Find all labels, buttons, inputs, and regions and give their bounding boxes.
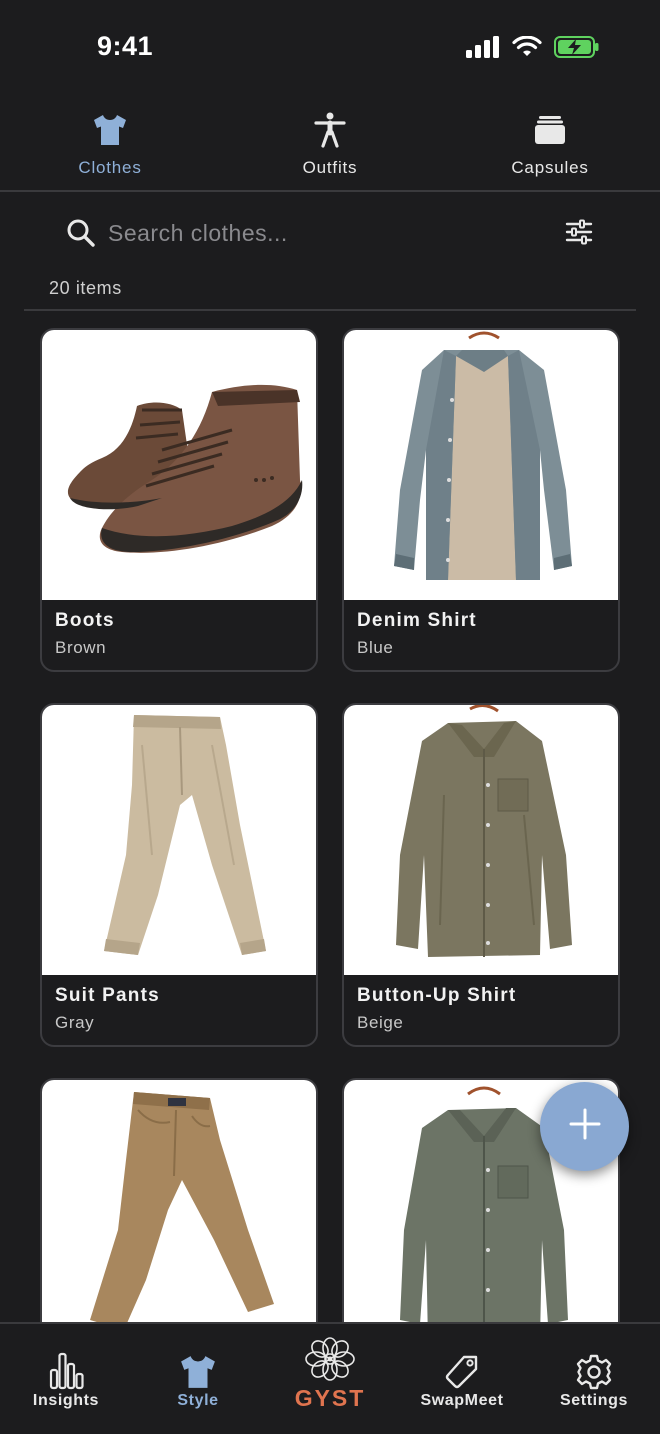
- nav-settings[interactable]: Settings: [528, 1324, 660, 1434]
- status-bar: 9:41: [0, 0, 660, 96]
- clothing-card-denim-shirt[interactable]: Denim Shirt Blue: [342, 328, 620, 672]
- bar-chart-icon: [48, 1344, 84, 1390]
- tab-clothes[interactable]: Clothes: [0, 100, 220, 190]
- nav-gyst-home[interactable]: GYST: [264, 1324, 396, 1434]
- search-icon: [66, 218, 96, 253]
- status-icons: [466, 35, 600, 63]
- add-item-button[interactable]: [540, 1082, 629, 1171]
- filter-sliders-icon[interactable]: [564, 218, 594, 251]
- items-divider: [24, 309, 636, 311]
- tab-clothes-label: Clothes: [78, 158, 142, 177]
- plus-icon: [568, 1107, 602, 1146]
- gyst-logo-text: GYST: [294, 1385, 366, 1411]
- gear-icon: [576, 1344, 612, 1390]
- items-count: 20 items: [49, 278, 122, 298]
- status-time: 9:41: [97, 31, 154, 61]
- tab-capsules-label: Capsules: [511, 158, 589, 177]
- wifi-icon: [512, 35, 542, 63]
- tabs-divider: [0, 190, 660, 192]
- clothes-grid: Boots Brown Denim Shirt Blue Suit Pants …: [0, 312, 660, 1322]
- nav-style-label: Style: [177, 1392, 219, 1409]
- clothing-card-khaki-pants[interactable]: [40, 1078, 318, 1322]
- clothing-card-boots[interactable]: Boots Brown: [40, 328, 318, 672]
- boots-photo: [42, 330, 316, 600]
- tab-capsules[interactable]: Capsules: [440, 100, 660, 190]
- clothing-color: Gray: [55, 1013, 95, 1032]
- tshirt-icon: [179, 1344, 217, 1390]
- search-bar: [0, 206, 660, 260]
- tab-outfits[interactable]: Outfits: [220, 100, 440, 190]
- clothing-color: Beige: [357, 1013, 404, 1032]
- clothing-name: Denim Shirt: [357, 610, 477, 631]
- nav-swapmeet-label: SwapMeet: [420, 1392, 504, 1409]
- nav-insights[interactable]: Insights: [0, 1324, 132, 1434]
- nav-insights-label: Insights: [32, 1392, 100, 1409]
- clothing-name: Suit Pants: [55, 985, 160, 1006]
- clothing-color: Brown: [55, 638, 107, 657]
- denim-shirt-photo: [344, 330, 618, 600]
- search-input[interactable]: [108, 214, 508, 252]
- price-tag-icon: [444, 1344, 480, 1390]
- capsule-stack-icon: [533, 112, 567, 148]
- khaki-pants-photo: [42, 1080, 316, 1322]
- battery-charging-icon: [554, 36, 600, 63]
- nav-settings-label: Settings: [560, 1392, 628, 1409]
- clothing-card-button-up-shirt[interactable]: Button-Up Shirt Beige: [342, 703, 620, 1047]
- flower-logo-icon: [299, 1336, 361, 1387]
- person-icon: [313, 112, 347, 148]
- cellular-signal-icon: [466, 36, 500, 63]
- tshirt-icon: [92, 112, 128, 148]
- tab-outfits-label: Outfits: [302, 158, 358, 177]
- nav-style[interactable]: Style: [132, 1324, 264, 1434]
- top-tabs: Clothes Outfits Capsules: [0, 100, 660, 190]
- clothing-name: Boots: [55, 610, 115, 631]
- bottom-nav: Insights Style GYST SwapMeet Settings: [0, 1322, 660, 1434]
- suit-pants-photo: [42, 705, 316, 975]
- nav-swapmeet[interactable]: SwapMeet: [396, 1324, 528, 1434]
- clothing-name: Button-Up Shirt: [357, 985, 517, 1006]
- button-up-shirt-photo: [344, 705, 618, 975]
- clothing-card-suit-pants[interactable]: Suit Pants Gray: [40, 703, 318, 1047]
- clothing-color: Blue: [357, 638, 394, 657]
